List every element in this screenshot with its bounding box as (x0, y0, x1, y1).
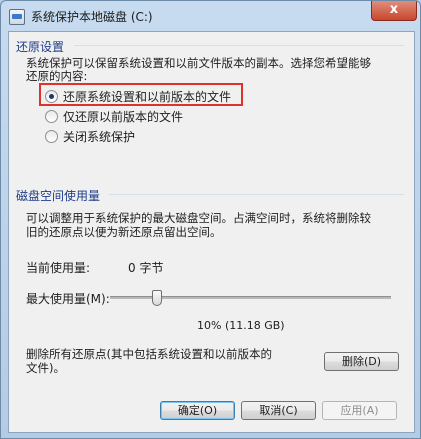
cancel-button[interactable]: 取消(C) (241, 401, 316, 420)
disk-description-line2: 旧的还原点以便为新还原点留出空间。 (26, 225, 222, 239)
disk-group-title: 磁盘空间使用量 (16, 189, 101, 203)
apply-button[interactable]: 应用(A) (322, 401, 397, 420)
max-usage-label: 最大使用量(M): (26, 292, 110, 306)
max-usage-slider-thumb[interactable] (152, 290, 163, 306)
ok-button[interactable]: 确定(O) (160, 401, 235, 420)
drive-icon (9, 9, 25, 25)
radio-label: 还原系统设置和以前版本的文件 (63, 90, 232, 104)
radio-checked-icon[interactable] (45, 90, 58, 103)
radio-turn-off-protection[interactable]: 关闭系统保护 (45, 128, 135, 144)
delete-description-line2: 文件)。 (26, 361, 65, 375)
window-title: 系统保护本地磁盘 (C:) (31, 10, 153, 24)
disk-group-divider (109, 194, 404, 195)
current-usage-label: 当前使用量: (26, 261, 91, 275)
current-usage-value: 0 字节 (128, 261, 164, 275)
dialog-window: 系统保护本地磁盘 (C:) x 还原设置 系统保护可以保留系统设置和以前文件版本… (0, 0, 421, 439)
max-usage-value: 10% (11.18 GB) (197, 319, 285, 332)
radio-restore-files-only[interactable]: 仅还原以前版本的文件 (45, 108, 183, 124)
radio-unchecked-icon[interactable] (45, 130, 58, 143)
title-bar[interactable]: 系统保护本地磁盘 (C:) x (1, 1, 420, 31)
delete-button[interactable]: 删除(D) (324, 352, 399, 371)
dialog-content: 还原设置 系统保护可以保留系统设置和以前文件版本的副本。选择您希望能够 还原的内… (8, 31, 415, 433)
restore-description-line2: 还原的内容: (26, 69, 88, 83)
close-button[interactable]: x (371, 1, 417, 21)
restore-group-divider (74, 45, 404, 46)
restore-group-title: 还原设置 (16, 40, 65, 54)
radio-restore-system-and-files[interactable]: 还原系统设置和以前版本的文件 (45, 88, 231, 104)
radio-unchecked-icon[interactable] (45, 110, 58, 123)
radio-label: 关闭系统保护 (63, 130, 136, 144)
radio-label: 仅还原以前版本的文件 (63, 110, 184, 124)
